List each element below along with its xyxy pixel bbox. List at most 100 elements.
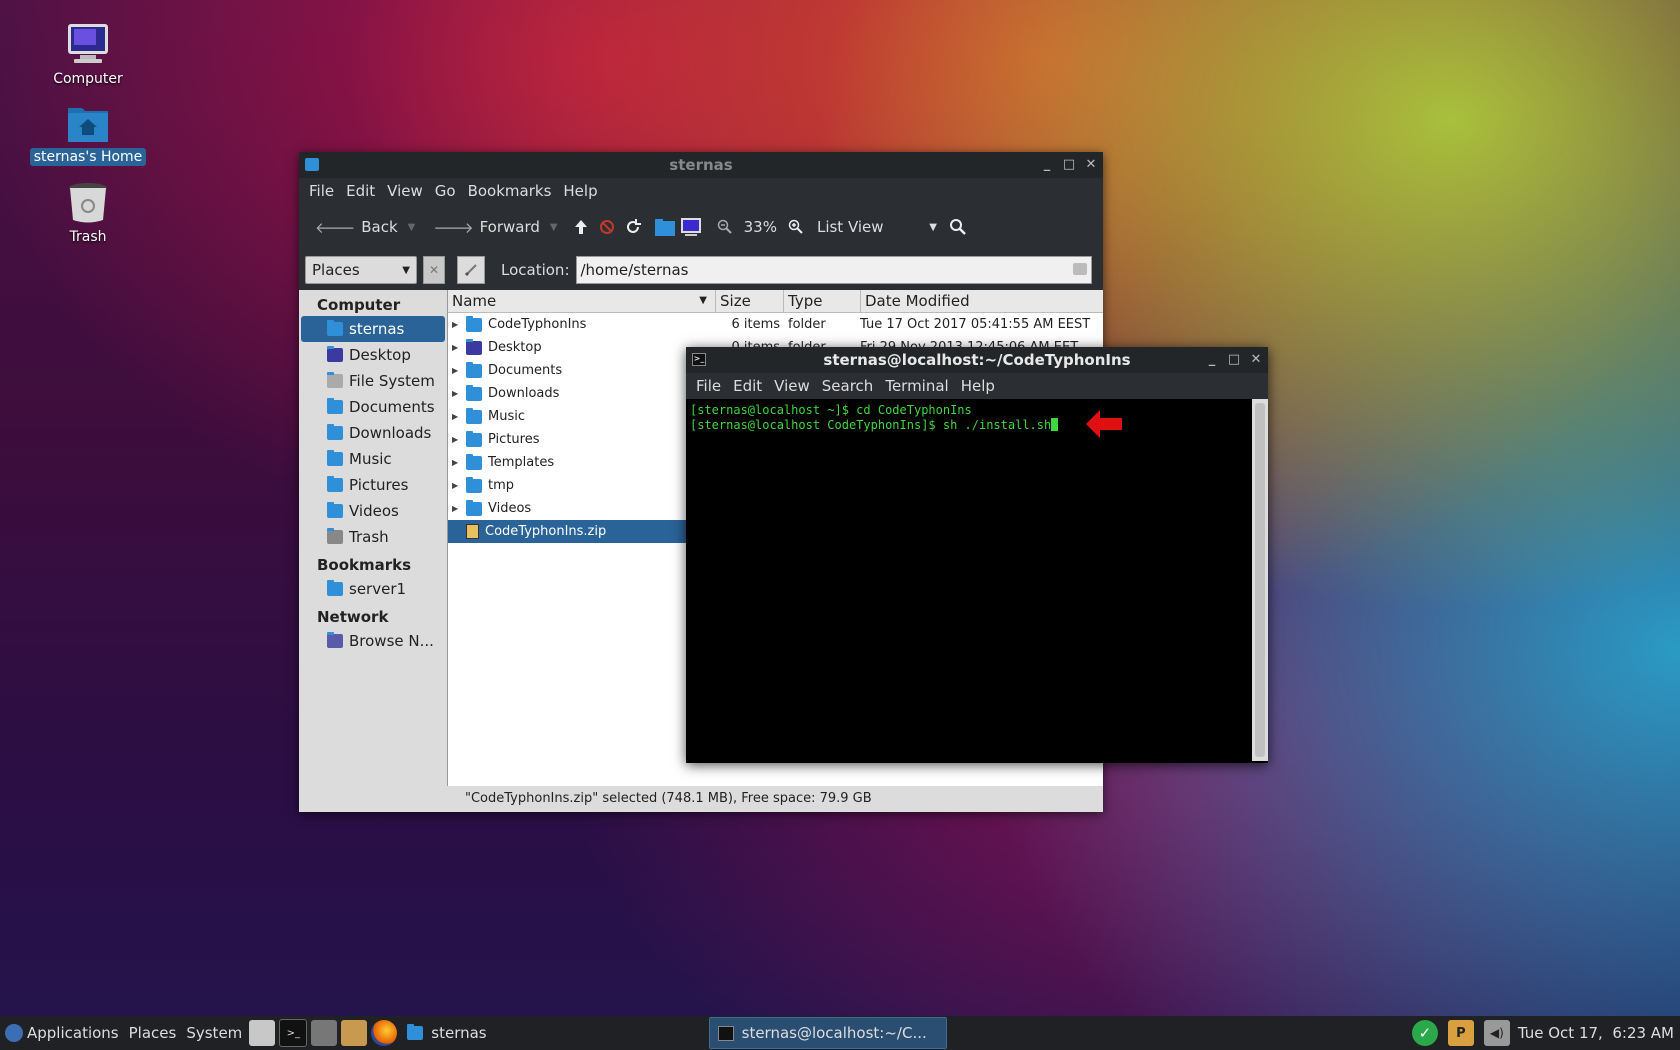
clear-icon[interactable] <box>1072 263 1087 275</box>
folder-icon <box>305 158 319 171</box>
up-icon[interactable] <box>570 216 592 238</box>
maximize-icon[interactable]: □ <box>1226 347 1242 373</box>
sidebar-item-label: Pictures <box>349 476 409 494</box>
task-button-file-manager[interactable]: sternas <box>399 1018 494 1048</box>
forward-dropdown-icon[interactable]: ▼ <box>550 222 558 233</box>
close-icon[interactable]: ✕ <box>1083 152 1099 178</box>
file-manager-titlebar[interactable]: sternas _ □ ✕ <box>299 152 1103 178</box>
column-header-name[interactable]: Name ▼ <box>448 290 716 312</box>
zoom-in-icon[interactable] <box>785 216 807 238</box>
sidebar-pane-select[interactable]: Places ▼ <box>305 256 417 284</box>
volume-icon[interactable]: ◀) <box>1483 1020 1510 1046</box>
settings-sliders-icon[interactable] <box>311 1020 338 1046</box>
sidebar-item-browse-network[interactable]: Browse N... <box>299 628 447 654</box>
file-cabinet-icon[interactable] <box>249 1020 276 1046</box>
expander-icon[interactable]: ▶ <box>452 458 460 467</box>
close-sidebar-icon[interactable]: ✕ <box>423 256 445 284</box>
menu-search[interactable]: Search <box>816 377 880 395</box>
menu-file[interactable]: File <box>303 182 340 200</box>
terminal-output[interactable]: [sternas@localhost ~]$ cd CodeTyphonIns … <box>686 399 1252 761</box>
reload-icon[interactable] <box>622 216 644 238</box>
menu-go[interactable]: Go <box>429 182 462 200</box>
firefox-icon[interactable] <box>371 1020 398 1046</box>
file-name: Music <box>488 409 525 424</box>
terminal-titlebar[interactable]: >_ sternas@localhost:~/CodeTyphonIns _ □… <box>686 347 1268 373</box>
stop-icon[interactable] <box>596 216 618 238</box>
location-input[interactable]: /home/sternas <box>575 256 1092 284</box>
expander-icon[interactable]: ▶ <box>452 504 460 513</box>
minimize-icon[interactable]: _ <box>1039 152 1055 178</box>
location-value: /home/sternas <box>580 261 689 279</box>
folder-icon <box>466 453 482 470</box>
menu-edit[interactable]: Edit <box>340 182 381 200</box>
update-check-icon[interactable]: ✓ <box>1411 1020 1438 1046</box>
sidebar-item-label: Desktop <box>349 346 411 364</box>
trash-icon <box>66 180 110 224</box>
folder-icon <box>327 502 343 518</box>
terminal-scrollbar[interactable] <box>1252 399 1268 761</box>
expander-icon[interactable]: ▶ <box>452 343 460 352</box>
expander-icon[interactable]: ▶ <box>452 481 460 490</box>
search-icon[interactable] <box>947 216 969 238</box>
sidebar-item-music[interactable]: Music <box>299 446 447 472</box>
folder-icon <box>466 384 482 401</box>
desktop-icon-trash[interactable]: Trash <box>24 180 152 246</box>
menu-bookmarks[interactable]: Bookmarks <box>462 182 558 200</box>
sidebar-item-desktop[interactable]: Desktop <box>299 342 447 368</box>
package-icon[interactable] <box>341 1020 368 1046</box>
column-header-type[interactable]: Type <box>784 290 861 312</box>
sidebar-item-pictures[interactable]: Pictures <box>299 472 447 498</box>
sidebar-item-videos[interactable]: Videos <box>299 498 447 524</box>
desktop-icon-label: Computer <box>53 71 123 87</box>
forward-button[interactable]: 🡒 Forward <box>427 211 546 243</box>
computer-icon[interactable] <box>680 216 702 238</box>
zoom-out-icon[interactable] <box>714 216 736 238</box>
expander-icon[interactable]: ▶ <box>452 320 460 329</box>
sidebar-item-sternas[interactable]: sternas <box>301 316 445 342</box>
desktop-icon-label: Trash <box>69 229 107 245</box>
places-select-label: Places <box>312 261 360 279</box>
sidebar-item-downloads[interactable]: Downloads <box>299 420 447 446</box>
menu-view[interactable]: View <box>768 377 816 395</box>
back-button[interactable]: 🡐 Back <box>309 211 404 243</box>
file-name: Templates <box>488 455 555 470</box>
home-icon[interactable] <box>654 216 676 238</box>
expander-icon[interactable]: ▶ <box>452 435 460 444</box>
minimize-icon[interactable]: _ <box>1204 347 1220 373</box>
expander-icon[interactable]: ▶ <box>452 389 460 398</box>
sidebar-item-documents[interactable]: Documents <box>299 394 447 420</box>
file-name: Downloads <box>488 386 560 401</box>
expander-icon[interactable]: ▶ <box>452 366 460 375</box>
sidebar-item-server1[interactable]: server1 <box>299 576 447 602</box>
desktop-icon-computer[interactable]: Computer <box>24 22 152 88</box>
sidebar-item-file-system[interactable]: File System <box>299 368 447 394</box>
menu-view[interactable]: View <box>381 182 429 200</box>
menu-edit[interactable]: Edit <box>727 377 768 395</box>
clock[interactable]: Tue Oct 17, 6:23 AM <box>1518 1024 1676 1042</box>
toggle-location-entry-button[interactable] <box>457 256 485 284</box>
column-header-date-modified[interactable]: Date Modified <box>861 290 1103 312</box>
view-mode-select[interactable]: List View ▼ <box>811 211 943 243</box>
file-name: CodeTyphonIns.zip <box>485 524 607 539</box>
system-menu[interactable]: System <box>181 1016 247 1050</box>
menu-file[interactable]: File <box>690 377 727 395</box>
places-menu[interactable]: Places <box>124 1016 182 1050</box>
zoom-level: 33% <box>743 218 777 236</box>
task-button-terminal[interactable]: sternas@localhost:~/C... <box>708 1017 947 1049</box>
menu-help[interactable]: Help <box>557 182 603 200</box>
menu-terminal[interactable]: Terminal <box>879 377 954 395</box>
sidebar-item-trash[interactable]: Trash <box>299 524 447 550</box>
menu-help[interactable]: Help <box>955 377 1001 395</box>
expander-icon[interactable]: ▶ <box>452 412 460 421</box>
terminal-launcher-icon[interactable]: >_ <box>279 1019 308 1047</box>
file-row[interactable]: ▶ CodeTyphonIns 6 items folder Tue 17 Oct 20… <box>448 313 1103 336</box>
column-header-size[interactable]: Size <box>716 290 784 312</box>
system-label: System <box>186 1024 243 1042</box>
back-dropdown-icon[interactable]: ▼ <box>408 222 416 233</box>
desktop-icon-home[interactable]: sternas's Home <box>24 100 152 166</box>
clipboard-icon[interactable]: P <box>1447 1020 1474 1046</box>
applications-menu[interactable]: Applications <box>0 1016 124 1050</box>
folder-icon <box>466 476 482 493</box>
maximize-icon[interactable]: □ <box>1061 152 1077 178</box>
close-icon[interactable]: ✕ <box>1248 347 1264 373</box>
